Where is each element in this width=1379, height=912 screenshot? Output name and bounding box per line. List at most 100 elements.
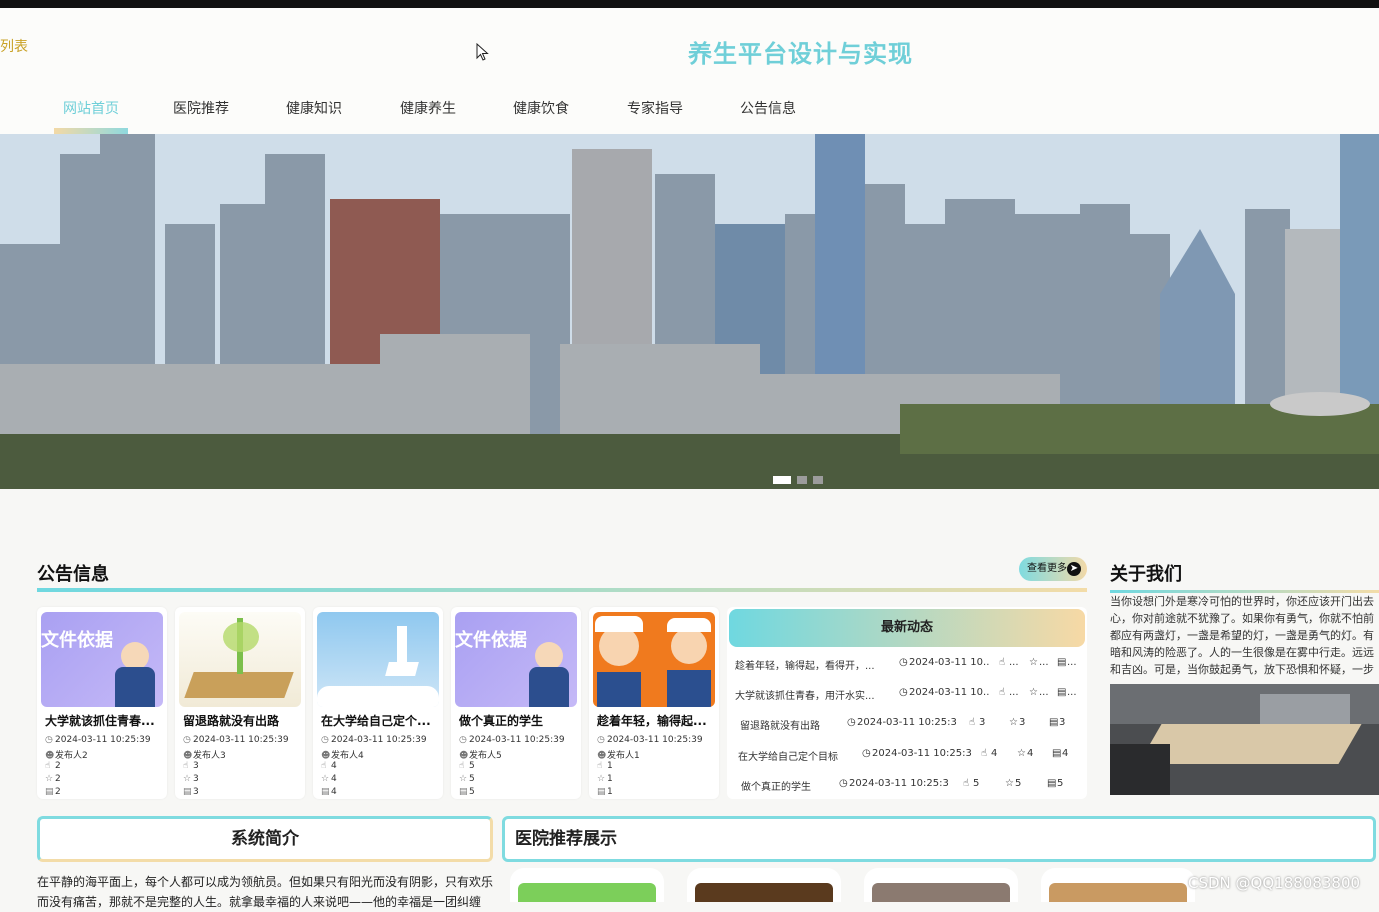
hospital-card[interactable] <box>687 868 841 902</box>
user-icon: ☻ <box>183 751 193 761</box>
notice-card[interactable]: 文件依据 做个真正的学生 ◷ 2024-03-11 10:25:39 ☻发布人5 … <box>451 607 581 799</box>
card-favs: ☆ 2 <box>45 774 61 784</box>
news-favs: ... <box>1039 657 1049 668</box>
nav-item-health-care[interactable]: 健康养生 <box>399 88 457 134</box>
news-likes: ... <box>1009 657 1019 668</box>
card-title: 趁着年轻，输得起... <box>597 714 707 728</box>
notice-card[interactable]: 留退路就没有出路 ◷ 2024-03-11 10:25:39 ☻发布人3 ☝ 3 ☆… <box>175 607 305 799</box>
news-comments: 3 <box>1059 717 1066 728</box>
card-date: ◷ 2024-03-11 10:25:39 <box>183 735 289 745</box>
carousel-dot[interactable] <box>773 476 791 484</box>
card-title: 留退路就没有出路 <box>183 714 280 728</box>
list-link[interactable]: 列表 <box>0 36 28 56</box>
news-title: 留退路就没有出路 <box>740 721 820 732</box>
nav-item-health-knowledge[interactable]: 健康知识 <box>285 88 343 134</box>
nav-item-label: 健康饮食 <box>513 101 569 117</box>
nav-item-label: 医院推荐 <box>173 101 229 117</box>
news-date: 2024-03-11 10... <box>909 687 989 698</box>
nav-item-label: 健康知识 <box>286 101 342 117</box>
user-icon: ☻ <box>45 751 55 761</box>
hospital-image <box>1049 883 1187 902</box>
nav-item-health-diet[interactable]: 健康饮食 <box>512 88 570 134</box>
latest-news-panel: 最新动态 趁着年轻，输得起，看得开，... ◷ 2024-03-11 10...… <box>727 607 1087 799</box>
thumbs-up-icon: ☝ <box>963 778 970 789</box>
hospital-image <box>872 883 1010 902</box>
intro-section-title: 系统简介 <box>37 816 493 862</box>
comment-icon: ▤ <box>1057 687 1067 698</box>
nav-item-expert-guide[interactable]: 专家指导 <box>626 88 684 134</box>
card-date: ◷ 2024-03-11 10:25:39 <box>321 735 427 745</box>
card-date: ◷ 2024-03-11 10:25:39 <box>459 735 565 745</box>
card-thumbnail <box>179 612 301 707</box>
nav-item-notices[interactable]: 公告信息 <box>739 88 797 134</box>
thumbs-up-icon: ☝ <box>321 761 327 771</box>
about-text: 当你设想门外是寒冷可怕的世界时，你还应该开门出去 心，你对前途就不犹豫了。如果你… <box>1110 595 1374 676</box>
intro-text: 在平静的海平面上，每个人都可以成为领航员。但如果只有阳光而没有阴影，只有欢乐 而… <box>37 875 494 909</box>
news-favs: 5 <box>1015 778 1022 789</box>
thumbs-up-icon: ☝ <box>981 748 988 759</box>
user-icon: ☻ <box>321 751 331 761</box>
card-favs: ☆ 1 <box>597 774 613 784</box>
meeting-room-image <box>1110 684 1379 795</box>
news-date: 2024-03-11 10... <box>909 657 989 668</box>
comment-icon: ▤ <box>459 787 468 797</box>
card-comments: ▤4 <box>321 787 337 797</box>
news-date: 2024-03-11 10:25:39 <box>849 778 949 789</box>
news-row[interactable]: 大学就该抓住青春，用汗水实... ◷ 2024-03-11 10... ☝ ..… <box>727 687 1087 715</box>
card-author: ☻发布人3 <box>183 751 226 761</box>
hospital-card[interactable] <box>510 868 664 902</box>
carousel-dot[interactable] <box>797 476 807 484</box>
news-date: 2024-03-11 10:25:39 <box>857 717 957 728</box>
news-row[interactable]: 在大学给自己定个目标 ◷ 2024-03-11 10:25:39 ☝ 4 ☆ 4… <box>727 748 1087 776</box>
news-row[interactable]: 留退路就没有出路 ◷ 2024-03-11 10:25:39 ☝ 3 ☆ 3 ▤… <box>727 717 1087 745</box>
card-likes: ☝ 1 <box>597 761 613 771</box>
nav-item-label: 专家指导 <box>627 101 683 117</box>
carousel-dot[interactable] <box>813 476 823 484</box>
banner-carousel[interactable] <box>0 134 1379 489</box>
card-title: 做个真正的学生 <box>459 714 544 728</box>
news-comments: ... <box>1067 657 1077 668</box>
news-row[interactable]: 做个真正的学生 ◷ 2024-03-11 10:25:39 ☝ 5 ☆ 5 ▤ … <box>727 778 1087 806</box>
comment-icon: ▤ <box>1057 657 1067 668</box>
comment-icon: ▤ <box>321 787 330 797</box>
thumbs-up-icon: ☝ <box>459 761 465 771</box>
news-row[interactable]: 趁着年轻，输得起，看得开，... ◷ 2024-03-11 10... ☝ ..… <box>727 657 1087 685</box>
clock-icon: ◷ <box>597 735 605 745</box>
card-comments: ▤3 <box>183 787 199 797</box>
card-thumbnail: 文件依据 <box>41 612 163 707</box>
notice-card[interactable]: 在大学给自己定个... ◷ 2024-03-11 10:25:39 ☻发布人4 ☝… <box>313 607 443 799</box>
hospital-image <box>518 883 656 902</box>
card-likes: ☝ 4 <box>321 761 337 771</box>
nav-item-hospital[interactable]: 医院推荐 <box>172 88 230 134</box>
card-favs: ☆ 3 <box>183 774 199 784</box>
hospital-card[interactable] <box>864 868 1018 902</box>
user-icon: ☻ <box>597 751 607 761</box>
news-title: 趁着年轻，输得起，看得开，... <box>735 661 875 672</box>
star-icon: ☆ <box>597 774 606 784</box>
clock-icon: ◷ <box>899 687 908 698</box>
notice-underline <box>37 588 1087 592</box>
star-icon: ☆ <box>183 774 192 784</box>
comment-icon: ▤ <box>1049 717 1059 728</box>
news-comments: 4 <box>1062 748 1069 759</box>
clock-icon: ◷ <box>45 735 53 745</box>
carousel-dots <box>773 476 823 484</box>
view-more-button[interactable]: 查看更多 ➤ <box>1019 557 1087 581</box>
clock-icon: ◷ <box>459 735 467 745</box>
star-icon: ☆ <box>1017 748 1026 759</box>
notice-card[interactable]: 文件依据 大学就该抓住青春... ◷ 2024-03-11 10:25:39 ☻发… <box>37 607 167 799</box>
hospital-image <box>695 883 833 902</box>
news-date: 2024-03-11 10:25:39 <box>872 748 972 759</box>
nav-item-home[interactable]: 网站首页 <box>54 88 128 134</box>
thumbs-up-icon: ☝ <box>999 657 1006 668</box>
news-favs: 3 <box>1019 717 1026 728</box>
hospital-card[interactable] <box>1041 868 1195 902</box>
notice-card[interactable]: 趁着年轻，输得起... ◷ 2024-03-11 10:25:39 ☻发布人1 ☝… <box>589 607 719 799</box>
star-icon: ☆ <box>321 774 330 784</box>
latest-news-title: 最新动态 <box>729 609 1085 647</box>
card-date: ◷ 2024-03-11 10:25:39 <box>45 735 151 745</box>
clock-icon: ◷ <box>183 735 191 745</box>
card-title: 大学就该抓住青春... <box>45 714 155 728</box>
star-icon: ☆ <box>1029 687 1038 698</box>
thumbs-up-icon: ☝ <box>969 717 976 728</box>
